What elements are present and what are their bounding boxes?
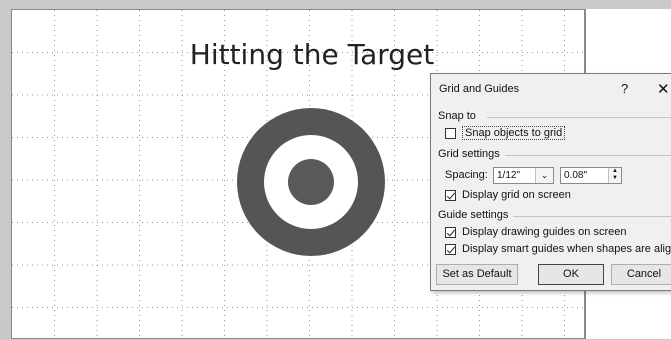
checkbox-box[interactable] (445, 127, 456, 139)
close-icon[interactable]: ✕ (657, 80, 670, 98)
help-icon[interactable]: ? (621, 81, 628, 96)
grid-settings-heading: Grid settings (438, 148, 500, 160)
spacing-value: 1/12" (497, 170, 521, 181)
divider (505, 155, 671, 156)
spacing-measure-spinner[interactable]: 0.08" ▲ ▼ (560, 167, 622, 184)
drawing-guides-label: Display drawing guides on screen (462, 226, 627, 238)
spacing-measure-value: 0.08" (564, 170, 588, 181)
checkbox-box[interactable] (445, 189, 456, 201)
spacing-label: Spacing: (445, 169, 488, 181)
chevron-down-icon[interactable]: ⌄ (535, 168, 553, 183)
target-shape[interactable] (237, 108, 385, 256)
display-grid-label: Display grid on screen (462, 189, 571, 201)
slide-title[interactable]: Hitting the Target (162, 38, 462, 71)
snap-objects-label: Snap objects to grid (462, 126, 566, 140)
guide-settings-heading: Guide settings (438, 209, 509, 221)
smart-guides-checkbox[interactable]: Display smart guides when shapes are ali… (445, 243, 671, 255)
snap-objects-checkbox[interactable]: Snap objects to grid (445, 126, 566, 140)
spin-arrows-icon[interactable]: ▲ ▼ (608, 168, 621, 183)
target-bullseye (288, 159, 334, 205)
dialog-title: Grid and Guides (439, 83, 520, 95)
cancel-button[interactable]: Cancel (611, 264, 671, 285)
display-grid-checkbox[interactable]: Display grid on screen (445, 189, 571, 201)
smart-guides-label: Display smart guides when shapes are ali… (462, 243, 671, 255)
spacing-dropdown[interactable]: 1/12" ⌄ (493, 167, 554, 184)
snap-to-heading: Snap to (438, 110, 476, 122)
checkbox-box[interactable] (445, 226, 456, 238)
grid-and-guides-dialog: Grid and Guides ? ✕ Snap to Snap objects… (430, 73, 671, 291)
checkbox-box[interactable] (445, 243, 456, 255)
divider (487, 117, 671, 118)
divider (513, 216, 671, 217)
drawing-guides-checkbox[interactable]: Display drawing guides on screen (445, 226, 626, 238)
ok-button[interactable]: OK (538, 264, 604, 285)
set-as-default-button[interactable]: Set as Default (436, 264, 518, 285)
